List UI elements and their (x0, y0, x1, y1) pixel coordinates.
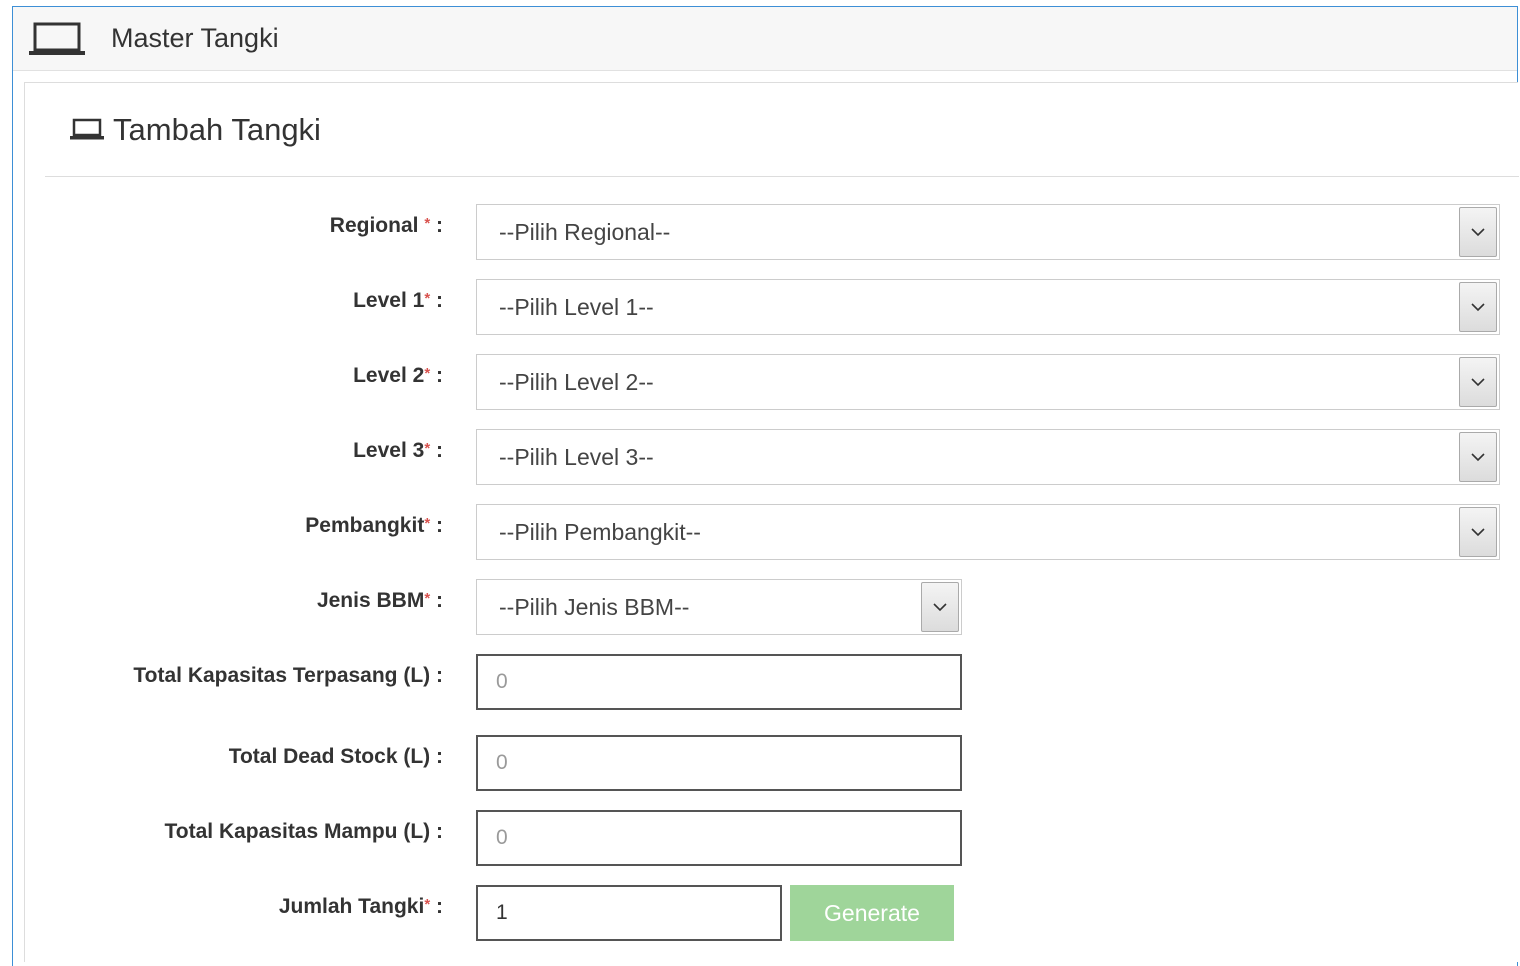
label-colon: : (436, 745, 443, 768)
regional-select-value: --Pilih Regional-- (499, 218, 671, 245)
total-dead-stock-label-text: Total Dead Stock (L) (228, 745, 431, 768)
required-mark: * (424, 290, 431, 307)
required-mark: * (424, 215, 431, 232)
chevron-down-icon[interactable] (1459, 357, 1497, 407)
panel-heading: Tambah Tangki (45, 83, 1519, 177)
total-kapasitas-mampu-label: Total Kapasitas Mampu (L) : (23, 819, 443, 845)
level-3-label-text: Level 3 (353, 439, 425, 462)
label-colon: : (436, 289, 443, 312)
total-dead-stock-input[interactable] (476, 735, 962, 791)
level-1-label-text: Level 1 (353, 289, 425, 312)
chevron-down-icon[interactable] (1459, 432, 1497, 482)
level-3-select[interactable]: --Pilih Level 3-- (476, 429, 1500, 485)
jenis-bbm-label-text: Jenis BBM (316, 589, 425, 612)
laptop-icon (69, 118, 105, 142)
generate-button[interactable]: Generate (790, 885, 954, 941)
level-1-select-value: --Pilih Level 1-- (499, 293, 654, 320)
page-header: Master Tangki (13, 7, 1517, 71)
tambah-tangki-panel: Tambah Tangki Regional * : --Pilih Regio… (23, 82, 1519, 962)
total-kapasitas-mampu-input[interactable] (476, 810, 962, 866)
jumlah-tangki-label-text: Jumlah Tangki (278, 895, 425, 918)
total-kapasitas-terpasang-input[interactable] (476, 654, 962, 710)
laptop-icon (27, 22, 87, 56)
panel-title: Tambah Tangki (113, 111, 321, 147)
jenis-bbm-select-value: --Pilih Jenis BBM-- (499, 593, 690, 620)
total-kapasitas-terpasang-label: Total Kapasitas Terpasang (L) : (83, 663, 443, 689)
total-dead-stock-label: Total Dead Stock (L) : (83, 744, 443, 770)
chevron-down-icon[interactable] (1459, 282, 1497, 332)
level-2-label-text: Level 2 (353, 364, 425, 387)
chevron-down-icon[interactable] (1459, 507, 1497, 557)
required-mark: * (424, 365, 431, 382)
jumlah-tangki-input[interactable] (476, 885, 782, 941)
level-3-label: Level 3* : (83, 438, 443, 464)
jenis-bbm-select[interactable]: --Pilih Jenis BBM-- (476, 579, 962, 635)
label-colon: : (436, 820, 443, 843)
label-colon: : (436, 589, 443, 612)
regional-select[interactable]: --Pilih Regional-- (476, 204, 1500, 260)
level-2-label: Level 2* : (83, 363, 443, 389)
level-1-select[interactable]: --Pilih Level 1-- (476, 279, 1500, 335)
label-colon: : (436, 895, 443, 918)
label-colon: : (436, 364, 443, 387)
pembangkit-label-text: Pembangkit (305, 514, 425, 537)
level-3-select-value: --Pilih Level 3-- (499, 443, 654, 470)
regional-label: Regional * : (83, 213, 443, 239)
label-colon: : (436, 664, 443, 687)
total-kapasitas-terpasang-label-text: Total Kapasitas Terpasang (L) (133, 664, 431, 687)
page-title: Master Tangki (111, 23, 279, 53)
pembangkit-label: Pembangkit* : (83, 513, 443, 539)
jenis-bbm-label: Jenis BBM* : (83, 588, 443, 614)
pembangkit-select[interactable]: --Pilih Pembangkit-- (476, 504, 1500, 560)
total-kapasitas-mampu-label-text: Total Kapasitas Mampu (L) (164, 820, 431, 843)
label-colon: : (436, 439, 443, 462)
chevron-down-icon[interactable] (1459, 207, 1497, 257)
required-mark: * (424, 440, 431, 457)
required-mark: * (424, 896, 431, 913)
level-2-select-value: --Pilih Level 2-- (499, 368, 654, 395)
required-mark: * (424, 590, 431, 607)
label-colon: : (436, 514, 443, 537)
pembangkit-select-value: --Pilih Pembangkit-- (499, 518, 701, 545)
label-colon: : (436, 214, 443, 237)
level-1-label: Level 1* : (83, 288, 443, 314)
chevron-down-icon[interactable] (921, 582, 959, 632)
level-2-select[interactable]: --Pilih Level 2-- (476, 354, 1500, 410)
required-mark: * (424, 515, 431, 532)
jumlah-tangki-label: Jumlah Tangki* : (83, 894, 443, 920)
regional-label-text: Regional (329, 214, 419, 237)
